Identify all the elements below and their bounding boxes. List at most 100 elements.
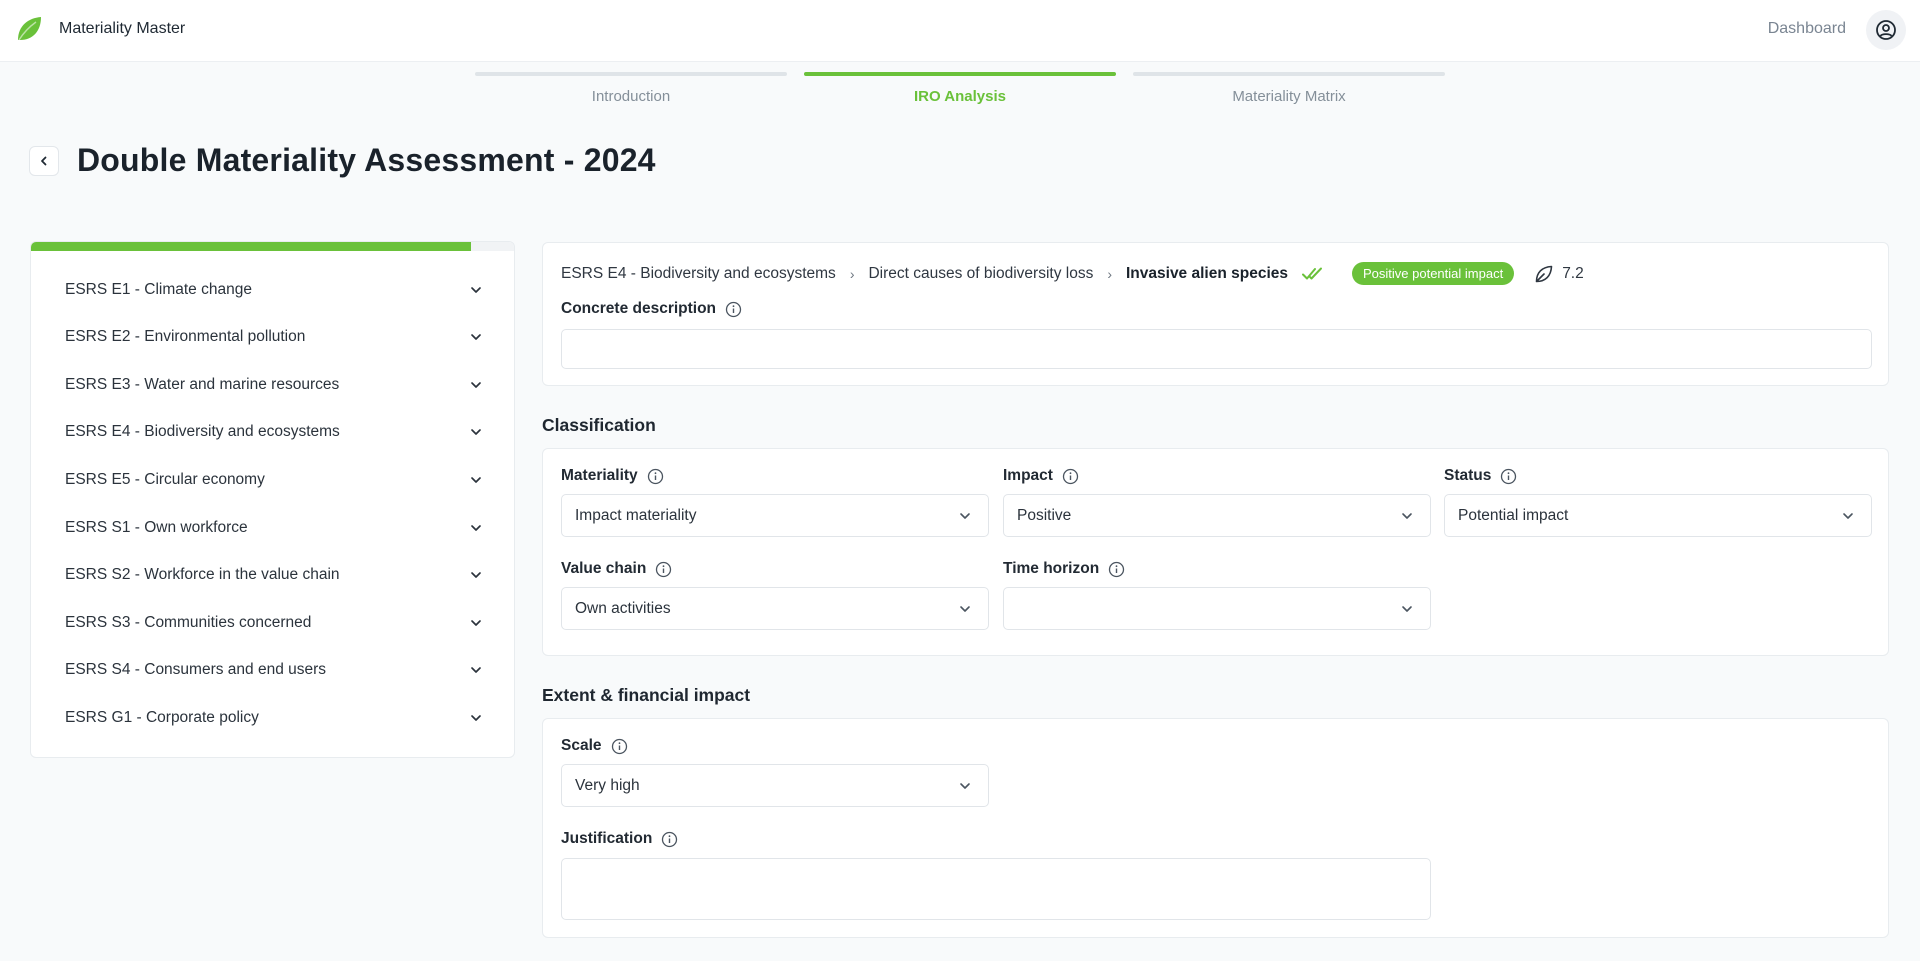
impact-status-badge: Positive potential impact <box>1352 262 1515 285</box>
time-horizon-select[interactable] <box>1003 587 1431 630</box>
select-value: Very high <box>575 776 640 794</box>
sidebar-item-label: ESRS S4 - Consumers and end users <box>65 661 327 679</box>
chevron-right-icon: › <box>849 265 855 282</box>
chevron-down-icon <box>471 572 481 578</box>
sidebar-item-label: ESRS E1 - Climate change <box>65 280 252 298</box>
sidebar-item-label: ESRS E4 - Biodiversity and ecosystems <box>65 423 340 441</box>
field-label-text: Materiality <box>561 467 638 484</box>
sidebar-item[interactable]: ESRS E5 - Circular economy <box>31 456 514 503</box>
sidebar-progress-bar <box>31 242 514 251</box>
leaf-icon <box>1535 265 1553 282</box>
sidebar-item[interactable]: ESRS E2 - Environmental pollution <box>31 314 514 361</box>
concrete-description-input[interactable] <box>561 329 1872 369</box>
select-value: Own activities <box>575 599 671 617</box>
sidebar-item[interactable]: ESRS E4 - Biodiversity and ecosystems <box>31 409 514 456</box>
chevron-down-icon <box>471 429 481 436</box>
page-title: Double Materiality Assessment - 2024 <box>77 142 656 178</box>
score-value: 7.2 <box>1562 264 1584 282</box>
user-account-button[interactable] <box>1866 10 1906 50</box>
sidebar-item-label: ESRS S2 - Workforce in the value chain <box>65 566 340 584</box>
select-value: Impact materiality <box>575 506 697 524</box>
sidebar-item[interactable]: ESRS S1 - Own workforce <box>31 504 514 551</box>
info-icon[interactable] <box>1500 468 1517 485</box>
sidebar-item[interactable]: ESRS S2 - Workforce in the value chain <box>31 552 514 599</box>
sidebar-item[interactable]: ESRS E3 - Water and marine resources <box>31 361 514 408</box>
field-label-text: Time horizon <box>1003 560 1100 577</box>
sidebar-item[interactable]: ESRS S4 - Consumers and end users <box>31 647 514 694</box>
status-select[interactable]: Potential impact <box>1444 494 1872 537</box>
chevron-down-icon <box>960 782 970 789</box>
breadcrumb-item-current: Invasive alien species <box>1126 264 1288 282</box>
info-icon[interactable] <box>647 468 664 485</box>
chevron-down-icon <box>471 286 481 293</box>
chevron-down-icon <box>1402 605 1412 612</box>
impact-label: Impact <box>1003 467 1079 485</box>
info-icon[interactable] <box>655 561 672 578</box>
justification-label: Justification <box>561 830 678 848</box>
sidebar-item[interactable]: ESRS E1 - Climate change <box>31 266 514 313</box>
chevron-down-icon <box>960 512 970 519</box>
chevron-left-icon <box>41 156 47 166</box>
materiality-select[interactable]: Impact materiality <box>561 494 989 537</box>
classification-section-title: Classification <box>542 415 656 435</box>
chevron-right-icon: › <box>1107 265 1112 282</box>
field-label-text: Value chain <box>561 560 647 577</box>
chevron-down-icon <box>471 381 481 388</box>
select-value: Positive <box>1017 506 1072 524</box>
classification-card: Materiality Impact materiality Impact Po… <box>542 448 1889 656</box>
scale-select[interactable]: Very high <box>561 764 989 807</box>
justification-textarea[interactable] <box>561 858 1431 920</box>
iro-detail-card: ESRS E4 - Biodiversity and ecosystems › … <box>542 242 1889 386</box>
impact-select[interactable]: Positive <box>1003 494 1431 537</box>
sidebar-item-label: ESRS S3 - Communities concerned <box>65 613 312 631</box>
chevron-down-icon <box>960 605 970 612</box>
extent-card: Scale Very high Justification <box>542 718 1889 938</box>
step-bar <box>475 72 787 76</box>
esrs-topic-sidebar: ESRS E1 - Climate change ESRS E2 - Enviro… <box>30 241 515 758</box>
step-label: IRO Analysis <box>914 88 1006 105</box>
breadcrumb-item-subtopic[interactable]: Direct causes of biodiversity loss <box>868 265 1093 283</box>
sidebar-item-label: ESRS S1 - Own workforce <box>65 518 248 536</box>
sidebar-item-label: ESRS E2 - Environmental pollution <box>65 328 306 346</box>
info-icon[interactable] <box>1062 468 1079 485</box>
chevron-down-icon <box>471 667 481 674</box>
sidebar-item[interactable]: ESRS S3 - Communities concerned <box>31 599 514 646</box>
back-button[interactable] <box>29 146 59 176</box>
field-label-text: Impact <box>1003 467 1053 484</box>
sidebar-item-label: ESRS G1 - Corporate policy <box>65 708 259 726</box>
field-label-text: Status <box>1444 467 1492 484</box>
step-label: Introduction <box>591 88 671 105</box>
info-icon[interactable] <box>725 301 742 318</box>
user-circle-icon <box>1876 20 1896 40</box>
app-title: Materiality Master <box>59 20 186 37</box>
top-bar: Materiality Master Dashboard <box>0 0 1920 62</box>
value-chain-select[interactable]: Own activities <box>561 587 989 630</box>
sidebar-progress-fill <box>31 242 471 251</box>
concrete-description-label: Concrete description <box>561 300 742 318</box>
info-icon[interactable] <box>1108 561 1125 578</box>
chevron-down-icon <box>471 524 481 531</box>
sidebar-item-label: ESRS E5 - Circular economy <box>65 470 265 488</box>
breadcrumb: ESRS E4 - Biodiversity and ecosystems › … <box>561 262 1584 285</box>
step-introduction[interactable]: Introduction <box>475 72 787 105</box>
sidebar-item[interactable]: ESRS G1 - Corporate policy <box>31 694 514 741</box>
chevron-down-icon <box>471 334 481 340</box>
chevron-down-icon <box>471 477 481 483</box>
double-check-icon <box>1302 267 1322 279</box>
chevron-down-icon <box>471 619 481 626</box>
extent-section-title: Extent & financial impact <box>542 685 751 705</box>
step-materiality-matrix[interactable]: Materiality Matrix <box>1133 72 1445 105</box>
field-label-text: Concrete description <box>561 300 717 317</box>
dashboard-link[interactable]: Dashboard <box>1768 20 1846 38</box>
info-icon[interactable] <box>611 738 628 755</box>
status-label: Status <box>1444 467 1517 485</box>
materiality-label: Materiality <box>561 467 664 485</box>
value-chain-label: Value chain <box>561 560 672 578</box>
breadcrumb-item-topic[interactable]: ESRS E4 - Biodiversity and ecosystems <box>561 265 836 283</box>
step-label: Materiality Matrix <box>1232 88 1346 105</box>
score-indicator: 7.2 <box>1534 264 1584 284</box>
leaf-logo-icon <box>18 17 41 41</box>
info-icon[interactable] <box>661 831 678 848</box>
chevron-down-icon <box>1843 512 1853 519</box>
step-iro-analysis[interactable]: IRO Analysis <box>804 72 1116 105</box>
